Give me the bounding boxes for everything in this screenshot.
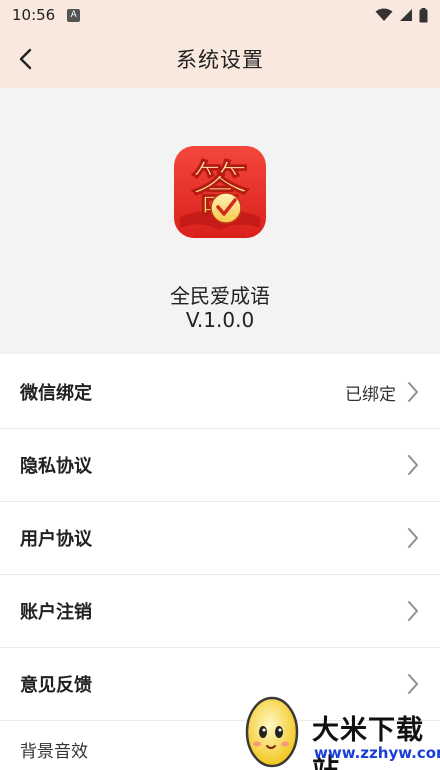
watermark: 大米下载站 www.zzhyw.com [238, 690, 440, 770]
settings-item-wechat-binding[interactable]: 微信绑定 已绑定 [0, 356, 440, 429]
chevron-right-icon [408, 455, 418, 475]
chevron-right-icon [408, 601, 418, 621]
app-name: 全民爱成语 [170, 284, 270, 308]
settings-item-label: 意见反馈 [20, 675, 92, 696]
settings-item-account-deletion[interactable]: 账户注销 [0, 575, 440, 648]
settings-item-privacy-policy[interactable]: 隐私协议 [0, 429, 440, 502]
app-info-panel: 答 全民爱成语 V.1.0.0 [0, 88, 440, 354]
binding-status: 已绑定 [345, 384, 396, 405]
app-header: 系统设置 [0, 30, 440, 88]
signal-icon [400, 9, 412, 21]
status-bar: 10:56 A [0, 0, 440, 30]
settings-item-label: 微信绑定 [20, 383, 92, 404]
status-time: 10:56 [12, 6, 56, 24]
app-logo-icon: 答 [174, 146, 266, 238]
back-arrow-icon[interactable] [14, 47, 38, 71]
wifi-icon [375, 8, 393, 21]
chevron-right-icon [408, 528, 418, 548]
watermark-url: www.zzhyw.com [314, 744, 440, 762]
chevron-right-icon [408, 382, 418, 402]
settings-item-label: 背景音效 [20, 742, 88, 762]
status-icons [375, 7, 428, 23]
app-version: V.1.0.0 [185, 308, 255, 332]
notification-badge: A [67, 8, 81, 22]
settings-item-label: 用户协议 [20, 529, 92, 550]
mascot-icon [245, 696, 299, 768]
settings-item-label: 隐私协议 [20, 456, 92, 477]
battery-icon [419, 7, 428, 22]
settings-item-label: 账户注销 [20, 602, 92, 623]
settings-item-user-agreement[interactable]: 用户协议 [0, 502, 440, 575]
page-title: 系统设置 [176, 48, 264, 72]
